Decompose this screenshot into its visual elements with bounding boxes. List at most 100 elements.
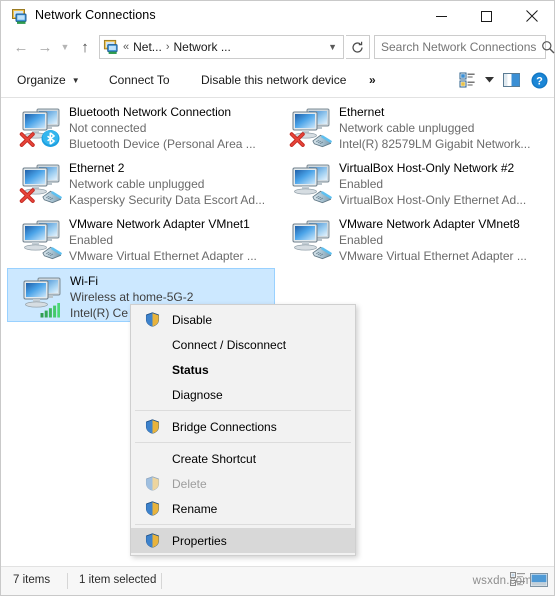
connection-name: VMware Network Adapter VMnet1 [69,217,250,231]
search-icon[interactable] [538,40,555,54]
context-menu-item[interactable]: Status [131,357,355,382]
uac-shield-icon [145,533,160,548]
context-menu-item[interactable]: Properties [131,528,355,553]
organize-button[interactable]: Organize ▼ [9,63,88,97]
search-input[interactable] [375,39,538,55]
up-arrow-icon[interactable]: ↑ [73,31,97,63]
search-box[interactable] [374,35,555,59]
connection-device: Bluetooth Device (Personal Area ... [69,137,256,151]
connect-to-button[interactable]: Connect To [101,63,178,97]
connection-name: Ethernet [339,105,385,119]
context-menu-label: Bridge Connections [172,419,277,434]
connection-status: Wireless at home-5G-2 [70,290,194,304]
minimize-button[interactable] [419,1,464,31]
breadcrumb[interactable]: « Net... › Network ... ▼ [99,35,344,59]
context-menu-label: Properties [172,533,227,548]
organize-label: Organize [17,73,66,87]
forward-arrow-icon[interactable]: → [33,31,57,63]
context-menu-label: Delete [172,476,207,491]
command-bar-right: ? [454,63,554,97]
context-menu-item[interactable]: Bridge Connections [131,414,355,439]
connect-to-label: Connect To [109,73,170,87]
context-menu-label: Status [172,362,209,377]
connection-item[interactable]: VirtualBox Host-Only Network #2 Enabled Vi… [277,156,545,210]
status-bar: 7 items 1 item selected wsxdn.com [1,566,554,595]
connection-item[interactable]: Bluetooth Network Connection Not connecte… [7,100,275,154]
context-menu-item: Delete [131,471,355,496]
uac-shield-icon [145,312,160,327]
breadcrumb-overflow[interactable]: « [119,41,133,53]
context-menu-item[interactable]: Disable [131,307,355,332]
change-view-icon[interactable] [454,63,480,97]
uac-shield-icon [145,501,160,516]
connection-name: Wi-Fi [70,274,98,288]
connection-name: VirtualBox Host-Only Network #2 [339,161,515,175]
context-menu-label: Connect / Disconnect [172,337,287,352]
overflow-label: » [369,73,376,87]
chevron-down-icon: ▼ [71,75,80,85]
bluetooth-badge-icon [41,129,60,148]
caption-buttons [419,1,554,31]
help-icon[interactable]: ? [524,63,554,97]
refresh-button[interactable] [346,35,370,59]
connection-device: VMware Virtual Ethernet Adapter ... [69,249,257,263]
back-arrow-icon[interactable]: ← [9,31,33,63]
command-bar: Organize ▼ Connect To Disable this netwo… [1,63,554,98]
connection-device: Kaspersky Security Data Escort Ad... [69,193,266,207]
address-bar: ← → ▼ ↑ « Net... › Network ... ▼ [1,31,555,63]
context-menu: Disable Connect / Disconnect Status Diagnos… [130,304,356,556]
connection-status: Network cable unplugged [69,177,205,191]
connection-item[interactable]: VMware Network Adapter VMnet8 Enabled VMwa… [277,212,545,266]
network-adapter-icon [292,220,332,260]
connection-item[interactable]: Ethernet Network cable unplugged Intel(R) … [277,100,545,154]
chevron-down-icon[interactable]: ▼ [328,42,343,52]
connection-status: Enabled [339,177,384,191]
close-button[interactable] [509,1,554,31]
context-menu-label: Create Shortcut [172,451,257,466]
recent-locations-chevron-icon[interactable]: ▼ [57,31,73,63]
connection-device: VMware Virtual Ethernet Adapter ... [339,249,527,263]
network-adapter-icon [19,164,62,204]
connection-name: Ethernet 2 [69,161,125,175]
menu-separator [135,442,351,443]
overflow-button[interactable]: » [361,63,384,97]
uac-shield-icon [145,419,160,434]
preview-pane-icon[interactable] [498,63,524,97]
connection-name: VMware Network Adapter VMnet8 [339,217,520,231]
context-menu-label: Rename [172,501,218,516]
large-icons-view-icon[interactable] [530,572,548,590]
item-count-label: 7 items [13,574,51,586]
watermark-label: wsxdn.com [472,575,532,587]
connection-name: Bluetooth Network Connection [69,105,232,119]
disable-device-label: Disable this network device [201,73,347,87]
network-connections-window: Network Connections ← → ▼ ↑ « Net... › N… [0,0,555,596]
disable-device-button[interactable]: Disable this network device [193,63,354,97]
view-chevron-down-icon[interactable] [480,63,498,97]
breadcrumb-separator: › [165,41,170,53]
connection-item[interactable]: VMware Network Adapter VMnet1 Enabled VMwa… [7,212,275,266]
connection-status: Enabled [69,233,114,247]
breadcrumb-item-2[interactable]: Network ... [173,40,230,54]
connection-status: Enabled [339,233,384,247]
network-connections-icon [11,8,28,25]
context-menu-item[interactable]: Diagnose [131,382,355,407]
network-adapter-icon [19,108,60,148]
selection-label: 1 item selected [79,574,157,586]
context-menu-label: Diagnose [172,387,223,402]
context-menu-item[interactable]: Create Shortcut [131,446,355,471]
network-adapter-icon [23,277,61,318]
connection-item[interactable]: Ethernet 2 Network cable unplugged Kaspers… [7,156,275,210]
network-adapter-icon [292,164,332,204]
connection-device: Intel(R) 82579LM Gigabit Network... [339,137,531,151]
menu-separator [135,524,351,525]
breadcrumb-item-1[interactable]: Net... [133,40,162,54]
connection-device: Intel(R) Ce [70,306,129,320]
context-menu-label: Disable [172,312,213,327]
window-title: Network Connections [35,8,156,22]
context-menu-item[interactable]: Rename [131,496,355,521]
menu-separator [135,410,351,411]
connection-status: Not connected [69,121,147,135]
context-menu-item[interactable]: Connect / Disconnect [131,332,355,357]
maximize-button[interactable] [464,1,509,31]
title-bar: Network Connections [1,1,554,31]
